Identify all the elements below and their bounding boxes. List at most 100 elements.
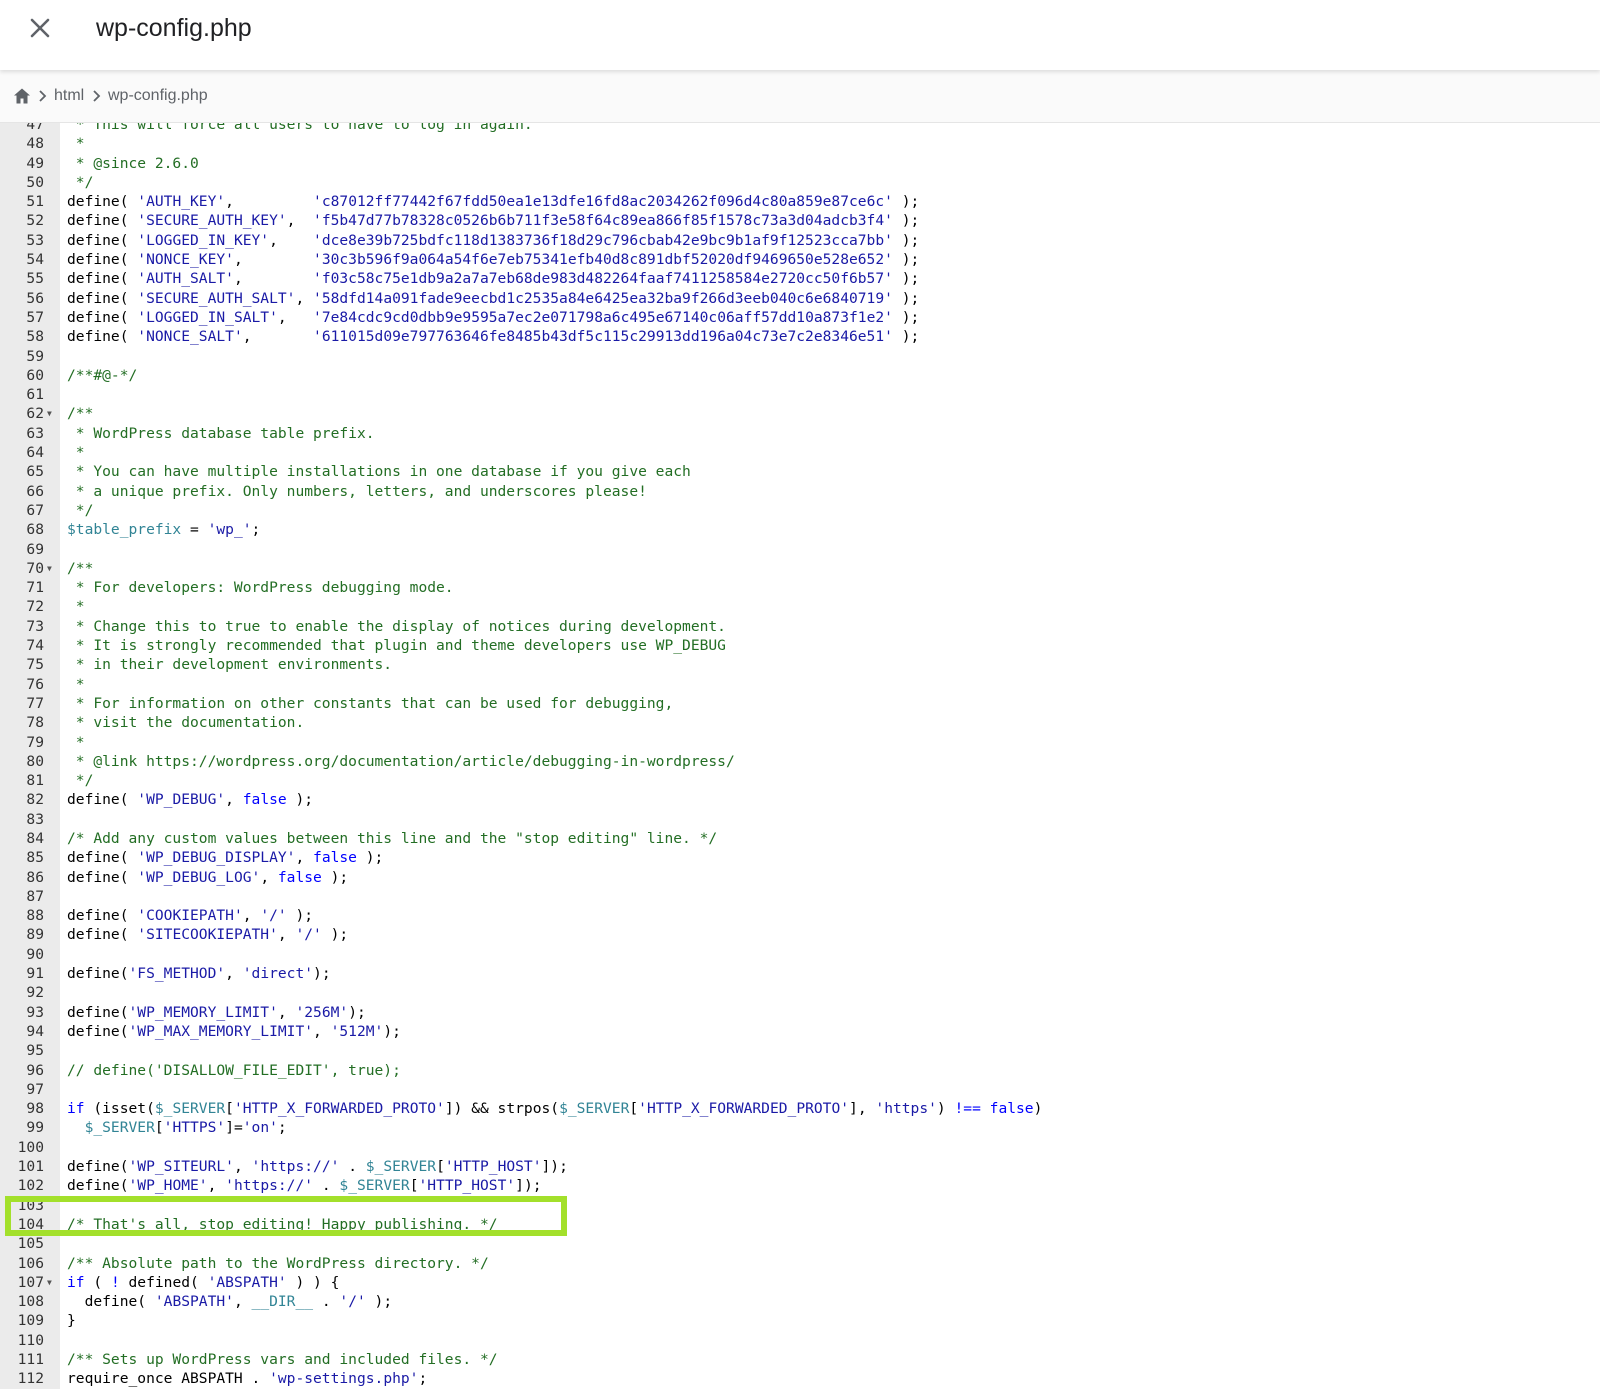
fold-arrow-icon[interactable]: ▼ <box>47 404 52 423</box>
close-icon[interactable] <box>24 12 56 44</box>
code-editor[interactable]: 47 * This will force all users to have t… <box>0 122 1600 1389</box>
code-line[interactable]: 64 * <box>0 443 1600 462</box>
code-line[interactable]: 66 * a unique prefix. Only numbers, lett… <box>0 482 1600 501</box>
code-text: * Change this to true to enable the disp… <box>67 617 726 635</box>
line-number: 63 <box>26 424 44 442</box>
code-line[interactable]: 102 define('WP_HOME', 'https://' . $_SERV… <box>0 1176 1600 1195</box>
code-line[interactable]: 50 */ <box>0 173 1600 192</box>
code-line[interactable]: 49 * @since 2.6.0 <box>0 154 1600 173</box>
code-line[interactable]: 67 */ <box>0 501 1600 520</box>
breadcrumb-item-html[interactable]: html <box>54 86 84 106</box>
code-line[interactable]: 81 */ <box>0 771 1600 790</box>
line-number: 89 <box>26 926 44 944</box>
code-line[interactable]: 52 define( 'SECURE_AUTH_KEY', 'f5b47d77b7… <box>0 211 1600 230</box>
code-line[interactable]: 79 * <box>0 733 1600 752</box>
code-line[interactable]: 47 * This will force all users to have t… <box>0 122 1600 134</box>
code-line[interactable]: 75 * in their development environments. <box>0 655 1600 674</box>
code-line[interactable]: 63 * WordPress database table prefix. <box>0 424 1600 443</box>
code-line[interactable]: 103 <box>0 1196 1600 1215</box>
line-number: 56 <box>26 289 44 307</box>
line-number: 50 <box>26 173 44 191</box>
code-line[interactable]: 101 define('WP_SITEURL', 'https://' . $_S… <box>0 1157 1600 1176</box>
code-line[interactable]: 54 define( 'NONCE_KEY', '30c3b596f9a064a5… <box>0 250 1600 269</box>
fold-arrow-icon[interactable]: ▼ <box>47 1273 52 1292</box>
line-number: 84 <box>26 829 44 847</box>
code-line[interactable]: 90 <box>0 945 1600 964</box>
code-line[interactable]: 65 * You can have multiple installations… <box>0 462 1600 481</box>
line-number: 67 <box>26 501 44 519</box>
code-line[interactable]: 72 * <box>0 597 1600 616</box>
code-line[interactable]: 62 ▼ /** <box>0 404 1600 423</box>
code-line[interactable]: 68 $table_prefix = 'wp_'; <box>0 520 1600 539</box>
code-line[interactable]: 110 <box>0 1331 1600 1350</box>
code-line[interactable]: 84 /* Add any custom values between this … <box>0 829 1600 848</box>
code-text: /** <box>67 405 94 423</box>
fold-arrow-icon[interactable]: ▼ <box>47 559 52 578</box>
code-text: // define('DISALLOW_FILE_EDIT', true); <box>67 1061 401 1079</box>
code-line[interactable]: 87 <box>0 887 1600 906</box>
code-text: define( 'SECURE_AUTH_SALT', '58dfd14a091… <box>67 289 920 307</box>
code-line[interactable]: 92 <box>0 983 1600 1002</box>
code-line[interactable]: 59 <box>0 347 1600 366</box>
code-text: * <box>67 135 85 153</box>
code-text: /** <box>67 559 94 577</box>
code-text: define( 'LOGGED_IN_SALT', '7e84cdc9cd0db… <box>67 308 920 326</box>
code-line[interactable]: 99 $_SERVER['HTTPS']='on'; <box>0 1118 1600 1137</box>
code-line[interactable]: 98 if (isset($_SERVER['HTTP_X_FORWARDED_P… <box>0 1099 1600 1118</box>
code-line[interactable]: 73 * Change this to true to enable the d… <box>0 617 1600 636</box>
code-line[interactable]: 89 define( 'SITECOOKIEPATH', '/' ); <box>0 925 1600 944</box>
code-line[interactable]: 61 <box>0 385 1600 404</box>
code-line[interactable]: 55 define( 'AUTH_SALT', 'f03c58c75e1db9a2… <box>0 269 1600 288</box>
chevron-right-icon <box>90 88 104 104</box>
code-line[interactable]: 83 <box>0 810 1600 829</box>
code-line[interactable]: 57 define( 'LOGGED_IN_SALT', '7e84cdc9cd0… <box>0 308 1600 327</box>
breadcrumb-item-current-file: wp-config.php <box>108 87 208 104</box>
code-line[interactable]: 97 <box>0 1080 1600 1099</box>
line-number: 62 <box>26 405 44 423</box>
code-line[interactable]: 88 define( 'COOKIEPATH', '/' ); <box>0 906 1600 925</box>
code-line[interactable]: 48 * <box>0 134 1600 153</box>
code-line[interactable]: 78 * visit the documentation. <box>0 713 1600 732</box>
code-line[interactable]: 112 require_once ABSPATH . 'wp-settings.p… <box>0 1369 1600 1388</box>
code-line[interactable]: 104 /* That's all, stop editing! Happy pu… <box>0 1215 1600 1234</box>
code-line[interactable]: 60 /**#@-*/ <box>0 366 1600 385</box>
code-line[interactable]: 80 * @link https://wordpress.org/documen… <box>0 752 1600 771</box>
code-line[interactable]: 94 define('WP_MAX_MEMORY_LIMIT', '512M'); <box>0 1022 1600 1041</box>
code-line[interactable]: 69 <box>0 540 1600 559</box>
code-line[interactable]: 109} <box>0 1311 1600 1330</box>
code-text: define( 'NONCE_SALT', '611015d09e7977636… <box>67 328 920 346</box>
code-line[interactable]: 107 ▼ if ( ! defined( 'ABSPATH' ) ) { <box>0 1273 1600 1292</box>
code-line[interactable]: 70 ▼ /** <box>0 559 1600 578</box>
code-line[interactable]: 71 * For developers: WordPress debugging… <box>0 578 1600 597</box>
code-line[interactable]: 93 define('WP_MEMORY_LIMIT', '256M'); <box>0 1003 1600 1022</box>
code-line[interactable]: 82 define( 'WP_DEBUG', false ); <box>0 790 1600 809</box>
line-number: 107 <box>17 1273 44 1291</box>
line-number: 87 <box>26 887 44 905</box>
code-line[interactable]: 85 define( 'WP_DEBUG_DISPLAY', false ); <box>0 848 1600 867</box>
code-line[interactable]: 111 /** Sets up WordPress vars and includ… <box>0 1350 1600 1369</box>
code-line[interactable]: 86 define( 'WP_DEBUG_LOG', false ); <box>0 868 1600 887</box>
code-line[interactable]: 96 // define('DISALLOW_FILE_EDIT', true); <box>0 1061 1600 1080</box>
home-icon[interactable] <box>12 86 32 106</box>
line-number: 71 <box>26 579 44 597</box>
code-text: /* That's all, stop editing! Happy publi… <box>67 1215 498 1233</box>
code-line[interactable]: 108 define( 'ABSPATH', __DIR__ . '/' ); <box>0 1292 1600 1311</box>
code-line[interactable]: 100 <box>0 1138 1600 1157</box>
code-line[interactable]: 58 define( 'NONCE_SALT', '611015d09e79776… <box>0 327 1600 346</box>
code-line[interactable]: 53 define( 'LOGGED_IN_KEY', 'dce8e39b725b… <box>0 231 1600 250</box>
code-line[interactable]: 105 <box>0 1234 1600 1253</box>
code-line[interactable]: 51 define( 'AUTH_KEY', 'c87012ff77442f67f… <box>0 192 1600 211</box>
code-line[interactable]: 76 * <box>0 675 1600 694</box>
code-line[interactable]: 74 * It is strongly recommended that plu… <box>0 636 1600 655</box>
code-line[interactable]: 106 /** Absolute path to the WordPress di… <box>0 1254 1600 1273</box>
code-line[interactable]: 95 <box>0 1041 1600 1060</box>
code-line[interactable]: 77 * For information on other constants … <box>0 694 1600 713</box>
code-text: define( 'AUTH_KEY', 'c87012ff77442f67fdd… <box>67 193 920 211</box>
line-number: 100 <box>17 1138 44 1156</box>
code-line[interactable]: 91 define('FS_METHOD', 'direct'); <box>0 964 1600 983</box>
code-line[interactable]: 56 define( 'SECURE_AUTH_SALT', '58dfd14a0… <box>0 289 1600 308</box>
line-number: 95 <box>26 1042 44 1060</box>
code-text: define('WP_HOME', 'https://' . $_SERVER[… <box>67 1177 542 1195</box>
code-text: if (isset($_SERVER['HTTP_X_FORWARDED_PRO… <box>67 1100 1043 1118</box>
line-number: 60 <box>26 366 44 384</box>
